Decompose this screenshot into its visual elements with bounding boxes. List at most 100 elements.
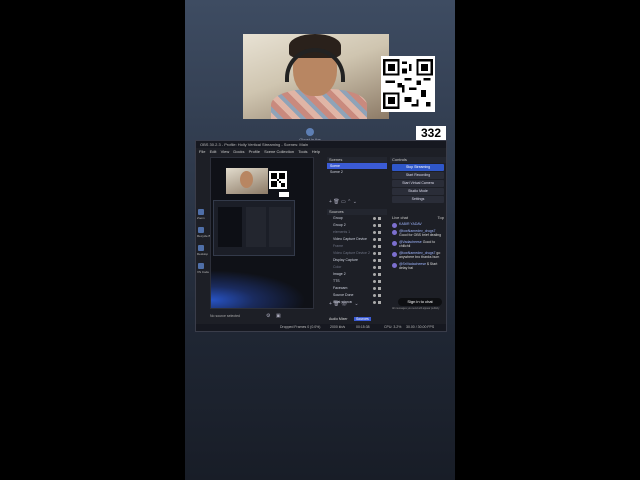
eye-icon[interactable] bbox=[373, 259, 376, 262]
source-label: Video Capture Device 2 bbox=[333, 251, 370, 255]
eye-icon[interactable] bbox=[373, 217, 376, 220]
lock-icon[interactable] bbox=[378, 294, 381, 297]
source-item[interactable]: TTS bbox=[327, 278, 387, 285]
lock-icon[interactable] bbox=[378, 273, 381, 276]
eye-icon[interactable] bbox=[373, 231, 376, 234]
desktop-zoom-icon[interactable] bbox=[198, 209, 204, 215]
filter-icon[interactable]: ▣ bbox=[276, 313, 281, 319]
menu-file[interactable]: File bbox=[199, 149, 205, 154]
chat-author: @SriVadacheese bbox=[399, 261, 427, 266]
lock-icon[interactable] bbox=[378, 266, 381, 269]
nested-counter bbox=[279, 192, 289, 197]
dropped-frames: Dropped Frames 0 (0.0%) bbox=[280, 325, 321, 329]
lock-icon[interactable] bbox=[378, 238, 381, 241]
source-label: Color bbox=[333, 265, 342, 269]
webcam-feed bbox=[243, 34, 389, 119]
lock-icon[interactable] bbox=[378, 301, 381, 304]
bitrate: 2000 kb/s bbox=[330, 325, 346, 329]
nested-qr-code-icon bbox=[269, 171, 287, 189]
settings-button[interactable]: Settings bbox=[392, 196, 444, 203]
nested-webcam bbox=[226, 168, 268, 194]
obs-window: OBS 30.2.3 - Profile: Holly Vertical Str… bbox=[195, 140, 447, 332]
source-item[interactable]: Video Capture Device 2 bbox=[327, 250, 387, 257]
menu-docks[interactable]: Docks bbox=[233, 149, 244, 154]
start-virtual-camera-button[interactable]: Start Virtual Camera bbox=[392, 180, 444, 187]
chat-message: @SriVadacheese $ Start delay bai bbox=[390, 261, 446, 272]
sources-list: Group Group 2 elements 1 Video Capture Devi… bbox=[327, 215, 387, 306]
source-item[interactable]: Video Capture Device bbox=[327, 236, 387, 243]
lock-icon[interactable] bbox=[378, 252, 381, 255]
eye-icon[interactable] bbox=[373, 301, 376, 304]
avatar bbox=[392, 229, 397, 235]
scene-item[interactable]: Scene 2 bbox=[327, 169, 387, 175]
eye-icon[interactable] bbox=[373, 287, 376, 290]
studio-mode-button[interactable]: Studio Mode bbox=[392, 188, 444, 195]
vscode-icon[interactable] bbox=[198, 263, 204, 269]
nested-obs-window bbox=[213, 200, 295, 256]
menu-tools[interactable]: Tools bbox=[298, 149, 307, 154]
source-label: TTS bbox=[333, 279, 340, 283]
source-item[interactable]: Color bbox=[327, 264, 387, 271]
source-item[interactable]: Group 2 bbox=[327, 222, 387, 229]
chat-note: All messages you send will appear public… bbox=[392, 307, 440, 310]
avatar bbox=[392, 240, 397, 246]
source-item[interactable]: Frame bbox=[327, 243, 387, 250]
menu-bar: File Edit View Docks Profile Scene Colle… bbox=[196, 148, 446, 155]
lock-icon[interactable] bbox=[378, 259, 381, 262]
source-label: Source Done bbox=[333, 293, 354, 297]
source-label: Facecam bbox=[333, 286, 348, 290]
source-item[interactable]: Group bbox=[327, 215, 387, 222]
chat-author: KABIR YADAV bbox=[399, 222, 422, 226]
menu-scene-collection[interactable]: Scene Collection bbox=[264, 149, 294, 154]
menu-help[interactable]: Help bbox=[312, 149, 320, 154]
eye-icon[interactable] bbox=[373, 280, 376, 283]
source-item[interactable]: elements 1 bbox=[327, 229, 387, 236]
fps: 30.00 / 30.00 FPS bbox=[406, 325, 435, 329]
eye-icon[interactable] bbox=[373, 273, 376, 276]
eye-icon[interactable] bbox=[373, 294, 376, 297]
tab-sources[interactable]: Sources bbox=[353, 317, 371, 321]
source-item[interactable]: Source Done bbox=[327, 292, 387, 299]
viewer-counter: 332 bbox=[416, 126, 446, 140]
menu-view[interactable]: View bbox=[221, 149, 230, 154]
eye-icon[interactable] bbox=[373, 266, 376, 269]
desktop-folder-icon[interactable] bbox=[198, 245, 204, 251]
lock-icon[interactable] bbox=[378, 287, 381, 290]
preview-canvas[interactable] bbox=[210, 157, 314, 309]
controls-panel: Controls Stop Streaming Start Recording … bbox=[390, 157, 446, 203]
tab-audio-mixer[interactable]: Audio Mixer bbox=[327, 317, 349, 321]
recycle-bin-icon[interactable] bbox=[198, 227, 204, 233]
source-item[interactable]: Image 2 bbox=[327, 271, 387, 278]
menu-edit[interactable]: Edit bbox=[210, 149, 217, 154]
eye-icon[interactable] bbox=[373, 252, 376, 255]
start-recording-button[interactable]: Start Recording bbox=[392, 172, 444, 179]
source-item[interactable]: Display Capture bbox=[327, 257, 387, 264]
lock-icon[interactable] bbox=[378, 217, 381, 220]
lock-icon[interactable] bbox=[378, 224, 381, 227]
nested-person-head bbox=[240, 171, 253, 188]
desktop-icon-label: VS Code bbox=[197, 270, 210, 274]
chat-author: @lowNamedev_drugs7 bbox=[399, 228, 436, 233]
lock-icon[interactable] bbox=[378, 245, 381, 248]
scene-toolbar[interactable]: + 🗑 ▭ ⌃ ⌄ bbox=[329, 199, 357, 205]
stop-streaming-button[interactable]: Stop Streaming bbox=[392, 164, 444, 171]
sign-in-button[interactable]: Sign in to chat bbox=[398, 298, 442, 306]
gear-icon[interactable]: ⚙ bbox=[266, 313, 270, 319]
eye-icon[interactable] bbox=[373, 238, 376, 241]
eye-icon[interactable] bbox=[373, 224, 376, 227]
source-label: Video Capture Device bbox=[333, 237, 367, 241]
qr-code-icon bbox=[381, 56, 435, 112]
no-source-label: No source selected bbox=[210, 314, 240, 318]
eye-icon[interactable] bbox=[373, 245, 376, 248]
scenes-panel: Scenes Scene Scene 2 + 🗑 ▭ ⌃ ⌄ bbox=[327, 157, 387, 205]
source-item[interactable]: Facecam bbox=[327, 285, 387, 292]
lock-icon[interactable] bbox=[378, 231, 381, 234]
desktop-icon-label: Zoom bbox=[197, 216, 205, 220]
avatar bbox=[392, 251, 397, 257]
chat-header-label: Live chat bbox=[392, 215, 409, 220]
menu-profile[interactable]: Profile bbox=[249, 149, 260, 154]
nested-sources bbox=[246, 207, 266, 247]
chat-author: @lowNamedev_drugs7 bbox=[399, 250, 436, 255]
video-frame: 332 Ghost in the Machine OBS 30.2.3 - Pr… bbox=[185, 0, 455, 480]
lock-icon[interactable] bbox=[378, 280, 381, 283]
